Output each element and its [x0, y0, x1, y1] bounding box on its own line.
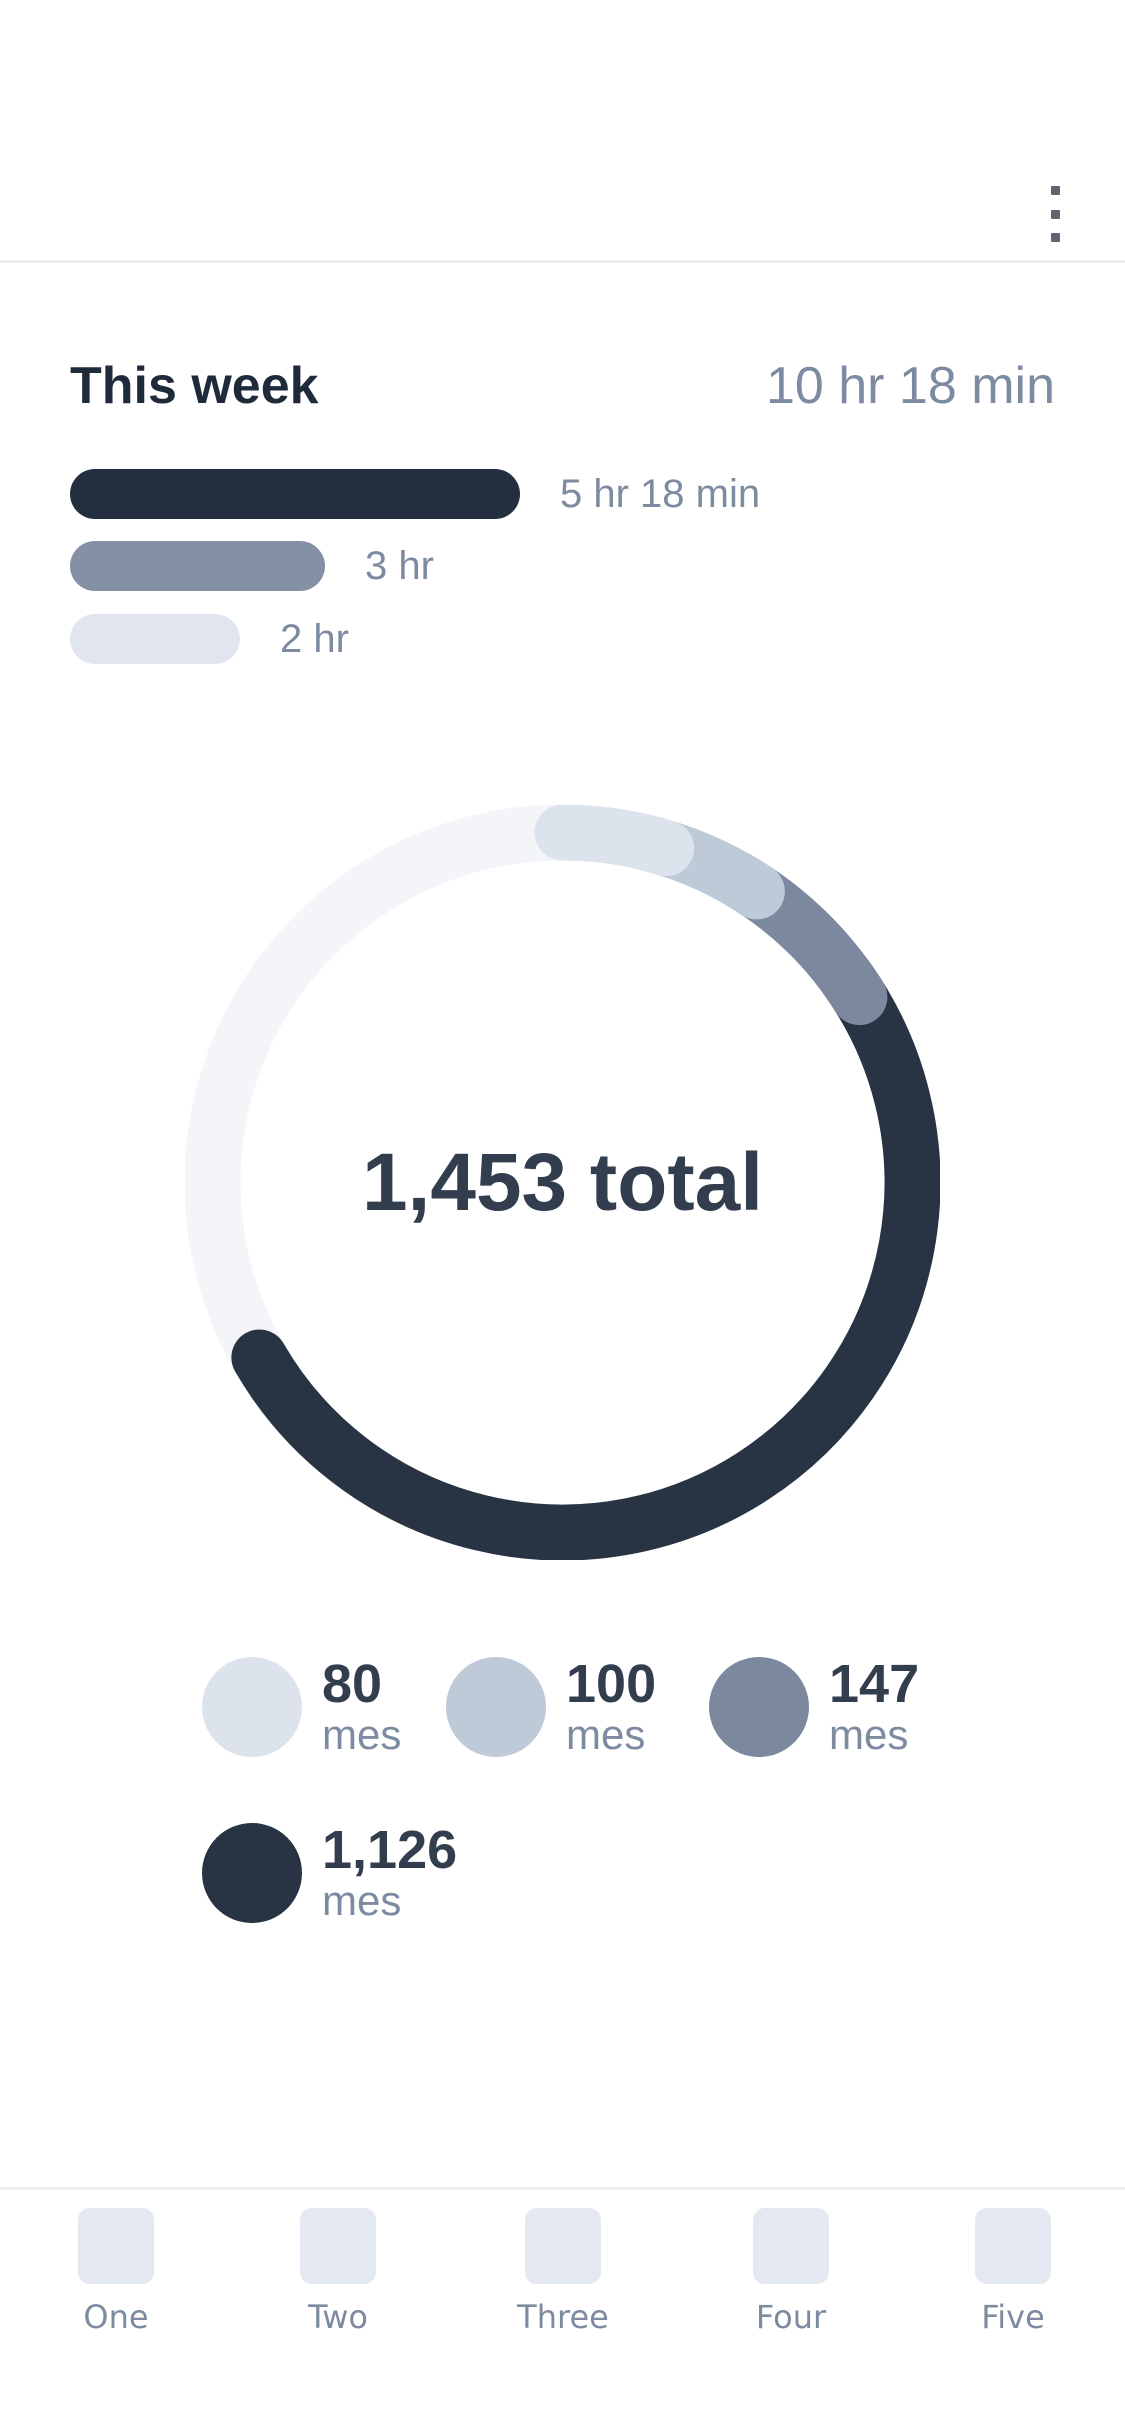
- nav-item-one[interactable]: One: [46, 2208, 186, 2336]
- legend-value-3: 147: [829, 1654, 920, 1714]
- time-bar-2: [70, 541, 325, 591]
- legend-value-4: 1,126: [322, 1820, 458, 1880]
- nav-item-label: Five: [981, 2298, 1045, 2336]
- week-title: This week: [70, 357, 319, 415]
- nav-item-label: One: [83, 2298, 149, 2336]
- more-vertical-icon[interactable]: [1040, 186, 1070, 242]
- nav-three-icon: [525, 2208, 601, 2284]
- donut-center-total: 1,453 total: [361, 1136, 764, 1228]
- nav-two-icon: [300, 2208, 376, 2284]
- nav-item-label: Two: [308, 2298, 368, 2336]
- legend-dot-4: [202, 1823, 302, 1923]
- time-bar-label-3: 2 hr: [280, 616, 349, 661]
- legend-value-2: 100: [566, 1654, 657, 1714]
- legend-dot-3: [709, 1657, 809, 1757]
- legend-item-3: 147 mes: [709, 1657, 919, 1757]
- bottom-nav: One Two Three Four Five: [0, 2187, 1125, 2436]
- legend-dot-2: [446, 1657, 546, 1757]
- nav-item-five[interactable]: Five: [943, 2208, 1083, 2336]
- donut-chart: 1,453 total: [185, 805, 940, 1560]
- week-total: 10 hr 18 min: [765, 357, 1055, 415]
- time-bar-label-1: 5 hr 18 min: [560, 471, 761, 516]
- time-bar-3: [70, 614, 240, 664]
- time-bar-1: [70, 469, 520, 519]
- nav-item-label: Four: [755, 2298, 827, 2336]
- legend-dot-1: [202, 1657, 302, 1757]
- time-bar-row-3: 2 hr: [70, 614, 349, 664]
- legend-item-2: 100 mes: [446, 1657, 656, 1757]
- time-bar-row-1: 5 hr 18 min: [70, 469, 760, 519]
- nav-five-icon: [975, 2208, 1051, 2284]
- nav-four-icon: [753, 2208, 829, 2284]
- time-bar-label-2: 3 hr: [365, 543, 434, 588]
- nav-item-label: Three: [517, 2298, 609, 2336]
- nav-item-four[interactable]: Four: [721, 2208, 861, 2336]
- nav-item-three[interactable]: Three: [493, 2208, 633, 2336]
- legend-item-4: 1,126 mes: [202, 1823, 457, 1923]
- time-bar-row-2: 3 hr: [70, 541, 434, 591]
- nav-item-two[interactable]: Two: [268, 2208, 408, 2336]
- legend-unit-4: mes: [322, 1877, 402, 1924]
- nav-one-icon: [78, 2208, 154, 2284]
- legend-unit-2: mes: [566, 1711, 646, 1758]
- legend-value-1: 80: [322, 1654, 383, 1714]
- legend-item-1: 80 mes: [202, 1657, 401, 1757]
- legend-unit-3: mes: [829, 1711, 909, 1758]
- legend-unit-1: mes: [322, 1711, 402, 1758]
- top-bar: [0, 0, 1125, 263]
